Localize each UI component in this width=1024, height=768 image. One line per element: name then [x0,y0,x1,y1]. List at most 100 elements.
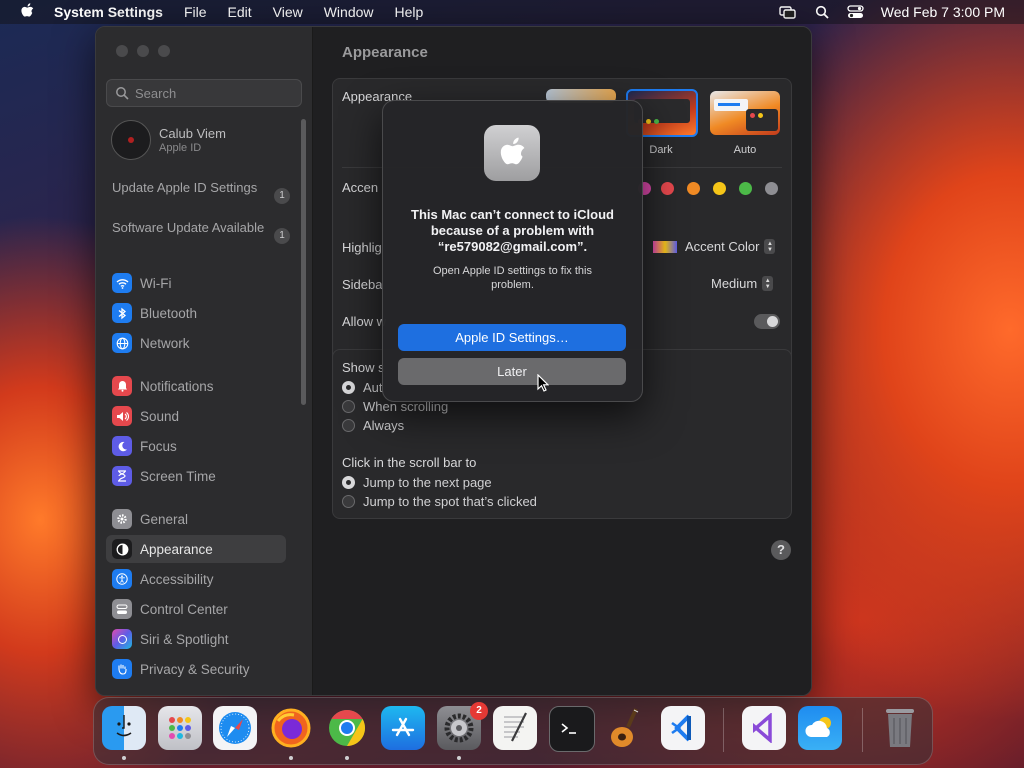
menu-file[interactable]: File [184,4,207,20]
sidebar-item-control-center[interactable]: Control Center [106,595,286,623]
sidebar-icon-size-row-label: Sideba [342,277,383,292]
sidebar-item-label: Bluetooth [140,305,198,321]
zoom-window-button[interactable] [158,45,170,57]
dialog-title: This Mac can’t connect to iCloud because… [411,207,614,254]
terminal-icon[interactable] [549,706,595,752]
dock: 2 [93,697,933,765]
auto-mode-thumbnail[interactable] [710,91,780,135]
software-update-notice[interactable]: Software Update Available 1 [112,220,290,244]
later-button[interactable]: Later [398,358,626,385]
search-icon [115,86,129,100]
sidebar-item-notifications[interactable]: Notifications [106,372,286,400]
allow-wallpaper-tinting-row-label: Allow w [342,314,387,329]
running-indicator [345,756,349,760]
update-apple-id-notice[interactable]: Update Apple ID Settings 1 [112,180,290,204]
gear-icon [112,509,132,529]
highlight-swatch-icon [653,240,677,253]
close-window-button[interactable] [116,45,128,57]
sidebar-item-wifi[interactable]: Wi-Fi [106,269,286,297]
sidebar-item-label: Accessibility [140,571,214,587]
wallpaper-tinting-toggle[interactable] [754,314,780,329]
auto-mode-caption: Auto [733,144,757,156]
sidebar-item-label: Appearance [140,541,213,557]
dock-separator [862,708,863,752]
accent-graphite-swatch[interactable] [765,182,778,195]
sidebar-item-label: Screen Time [140,468,216,484]
hand-icon [112,659,132,679]
sidebar-item-label: Privacy & Security [140,661,250,677]
popup-stepper-icon: ▲ ▼ [764,239,776,254]
search-placeholder: Search [135,85,177,101]
app-store-icon[interactable] [381,706,425,750]
click-scroll-bar-label: Click in the scroll bar to [342,455,477,470]
dock-separator [723,708,724,752]
accent-red-swatch[interactable] [661,182,674,195]
visual-studio-icon[interactable] [742,706,786,750]
highlight-color-value: Accent Color [685,239,760,254]
show-scroll-always-option[interactable]: Always [342,418,404,433]
show-scroll-auto-option[interactable]: Aut [342,380,383,395]
apple-logo-icon [484,125,540,181]
dialog-message: Open Apple ID settings to fix this probl… [433,265,592,291]
safari-icon[interactable] [213,706,257,750]
sidebar-item-label: Sound [140,408,180,424]
sidebar-item-label: Wi-Fi [140,275,172,291]
weather-icon[interactable] [798,706,842,750]
launchpad-icon[interactable] [158,706,202,750]
accent-yellow-swatch[interactable] [713,182,726,195]
radio-label: Jump to the spot that’s clicked [363,494,537,509]
search-field[interactable]: Search [106,79,302,107]
avatar [111,120,151,160]
accent-orange-swatch[interactable] [687,182,700,195]
accessibility-icon [112,569,132,589]
window-controls [116,45,170,57]
help-button[interactable]: ? [771,540,791,560]
sidebar-item-bluetooth[interactable]: Bluetooth [106,299,286,327]
menu-window[interactable]: Window [324,4,374,20]
menu-help[interactable]: Help [395,4,424,20]
sidebar-item-appearance[interactable]: Appearance [106,535,286,563]
sidebar-item-label: Network [140,335,190,351]
sidebar-item-privacy-security[interactable]: Privacy & Security [106,655,286,683]
menu-bar: System Settings File Edit View Window He… [0,0,1024,24]
sidebar-item-screen-time[interactable]: Screen Time [106,462,286,490]
menu-app-name[interactable]: System Settings [54,4,163,20]
sidebar-item-accessibility[interactable]: Accessibility [106,565,286,593]
chrome-icon[interactable] [325,706,369,750]
menu-clock[interactable]: Wed Feb 7 3:00 PM [881,4,1005,20]
trash-icon[interactable] [878,706,922,750]
apple-id-profile[interactable]: Calub Viem Apple ID [111,120,226,160]
running-indicator [289,756,293,760]
jump-to-spot-option[interactable]: Jump to the spot that’s clicked [342,494,537,509]
accent-green-swatch[interactable] [739,182,752,195]
sidebar-item-network[interactable]: Network [106,329,286,357]
sidebar-icon-size-popup[interactable]: Medium ▲ ▼ [711,276,774,291]
running-indicator [457,756,461,760]
screen-mirroring-icon[interactable] [779,5,797,19]
jump-next-page-option[interactable]: Jump to the next page [342,475,492,490]
garageband-icon[interactable] [605,706,649,750]
sidebar-item-general[interactable]: General [106,505,286,533]
sidebar-item-sound[interactable]: Sound [106,402,286,430]
spotlight-search-icon[interactable] [813,5,831,19]
sidebar-scrollbar[interactable] [301,119,306,405]
firefox-icon[interactable] [269,706,313,750]
textedit-icon[interactable] [493,706,537,750]
control-center-icon[interactable] [847,5,865,19]
menu-view[interactable]: View [273,4,303,20]
sidebar-item-focus[interactable]: Focus [106,432,286,460]
highlight-color-row-label: Highlig [342,240,382,255]
speaker-icon [112,406,132,426]
highlight-color-popup[interactable]: Accent Color ▲ ▼ [653,239,776,254]
apple-id-settings-button[interactable]: Apple ID Settings… [398,324,626,351]
vscode-icon[interactable] [661,706,705,750]
radio-selected-icon [342,381,355,394]
radio-label: Aut [363,380,383,395]
popup-stepper-icon: ▲ ▼ [762,276,774,291]
sidebar-item-siri-spotlight[interactable]: Siri & Spotlight [106,625,286,653]
minimize-window-button[interactable] [137,45,149,57]
apple-menu-icon[interactable] [18,2,36,22]
radio-unselected-icon [342,400,355,413]
finder-icon[interactable] [102,706,146,750]
menu-edit[interactable]: Edit [228,4,252,20]
